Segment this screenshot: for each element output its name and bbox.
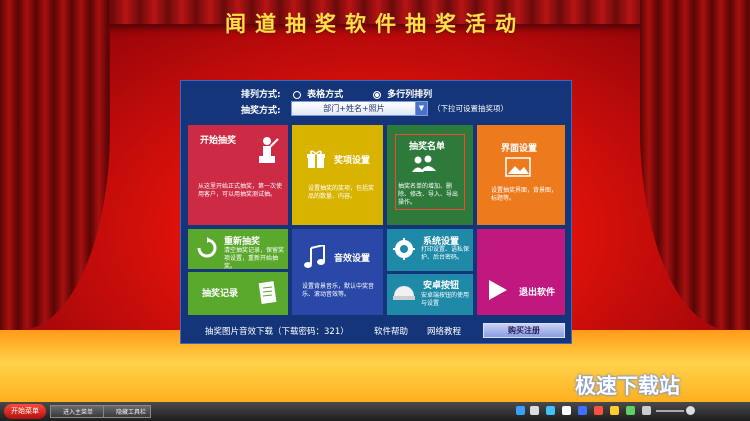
tray-move-icon[interactable] <box>546 406 555 415</box>
tile-title: 奖项设置 <box>334 156 371 166</box>
radio-multirow-mode[interactable]: 多行列排列 <box>373 87 432 100</box>
tile-desc: 设置背景音乐，默认中奖音乐、滚动音效等。 <box>302 283 375 298</box>
taskbar: 开始菜单 进入主菜单 隐藏工具栏 <box>0 402 750 421</box>
stage-curtain-right <box>640 0 750 330</box>
refresh-icon <box>197 237 217 258</box>
tile-title: 安卓按钮 <box>423 281 460 291</box>
radio-checked-icon <box>373 90 381 99</box>
volume-slider[interactable] <box>656 410 684 412</box>
main-panel: 排列方式: 表格方式 多行列排列 抽奖方式: 部门+姓名+照片 ▼ （下拉可设置… <box>180 80 572 344</box>
tray-folder-icon[interactable] <box>610 406 619 415</box>
tray-volume-icon[interactable] <box>642 406 651 415</box>
tray-window-icon[interactable] <box>530 406 539 415</box>
redraw-tile[interactable]: 重新抽奖 清空抽奖记录，保留奖项设置，重新开始抽奖。 <box>188 229 288 269</box>
draw-label: 抽奖方式: <box>241 106 281 116</box>
prize-settings-tile[interactable]: 奖项设置 设置抽奖的奖项，包括奖品的数量、内容。 <box>292 125 383 225</box>
tray-edit-icon[interactable] <box>626 406 635 415</box>
tile-title: 界面设置 <box>501 144 538 154</box>
exit-tile[interactable]: 退出软件 <box>477 229 565 315</box>
help-link[interactable]: 软件帮助 <box>374 325 408 337</box>
music-note-icon <box>304 245 325 268</box>
radio-table-label: 表格方式 <box>307 90 344 100</box>
dome-button-icon <box>393 286 415 300</box>
tile-title: 抽奖记录 <box>202 289 239 299</box>
tile-desc: 从这里开始正式抽奖，第一次使用客户，可以用抽奖测试抽。 <box>198 183 283 198</box>
play-icon <box>489 280 507 300</box>
tile-desc: 清空抽奖记录，保留奖项设置，重新开始抽奖。 <box>224 247 285 269</box>
people-icon <box>412 155 436 172</box>
tile-title: 音效设置 <box>334 254 371 264</box>
tile-desc: 设置抽奖界面，背景图，标题等。 <box>491 187 558 202</box>
tray-settings-icon[interactable] <box>686 406 695 415</box>
sound-settings-tile[interactable]: 音效设置 设置背景音乐，默认中奖音乐、滚动音效等。 <box>292 229 383 315</box>
tutorial-link[interactable]: 网络教程 <box>427 325 461 337</box>
tile-desc: 安卓端按钮的使用与设置 <box>421 292 470 307</box>
draw-mode-select[interactable]: 部门+姓名+照片 <box>291 101 417 116</box>
radio-icon <box>293 90 301 99</box>
presenter-icon <box>259 137 279 163</box>
interface-settings-tile[interactable]: 界面设置 设置抽奖界面，背景图，标题等。 <box>477 125 565 225</box>
document-icon <box>258 281 277 305</box>
tile-title: 开始抽奖 <box>200 136 237 146</box>
draw-record-tile[interactable]: 抽奖记录 <box>188 272 288 315</box>
image-icon <box>505 157 531 177</box>
draw-list-tile[interactable]: 抽奖名单 抽奖名单的增加、删除、修改、导入、导出操作。 <box>387 125 473 225</box>
app-title: 闻道抽奖软件抽奖活动 <box>225 12 525 36</box>
download-link[interactable]: 抽奖图片音效下载（下载密码：321） <box>205 325 349 337</box>
gift-icon <box>307 150 325 168</box>
buy-register-button[interactable]: 购买注册 <box>483 323 565 338</box>
taskbar-hide-toolbar-button[interactable]: 隐藏工具栏 <box>103 405 151 418</box>
tile-title: 退出软件 <box>519 288 556 298</box>
gear-icon <box>393 238 415 260</box>
radio-table-mode[interactable]: 表格方式 <box>293 87 343 100</box>
start-draw-tile[interactable]: 开始抽奖 从这里开始正式抽奖，第一次使用客户，可以用抽奖测试抽。 <box>188 125 288 225</box>
arrange-row: 排列方式: <box>241 87 281 100</box>
android-button-tile[interactable]: 安卓按钮 安卓端按钮的使用与设置 <box>387 274 473 315</box>
start-menu-button[interactable]: 开始菜单 <box>4 404 46 419</box>
tray-network-icon[interactable] <box>516 406 525 415</box>
tile-title: 抽奖名单 <box>409 142 446 152</box>
stage-curtain-left <box>0 0 110 330</box>
select-hint: （下拉可设置抽奖项） <box>433 104 508 113</box>
arrange-label: 排列方式: <box>241 90 281 100</box>
radio-multirow-label: 多行列排列 <box>387 90 433 100</box>
tile-desc: 抽奖名单的增加、删除、修改、导入、导出操作。 <box>398 183 459 206</box>
tray-save-icon[interactable] <box>578 406 587 415</box>
tray-record-icon[interactable] <box>594 406 603 415</box>
system-settings-tile[interactable]: 系统设置 打印设置、语私保护、后台密码。 <box>387 229 473 271</box>
watermark-text: 极速下载站 <box>575 374 680 398</box>
tile-desc: 设置抽奖的奖项，包括奖品的数量、内容。 <box>308 185 375 200</box>
chevron-down-icon[interactable]: ▼ <box>415 101 428 116</box>
tray-fullscreen-icon[interactable] <box>562 406 571 415</box>
tile-desc: 打印设置、语私保护、后台密码。 <box>421 246 470 261</box>
tile-title: 重新抽奖 <box>224 237 261 247</box>
